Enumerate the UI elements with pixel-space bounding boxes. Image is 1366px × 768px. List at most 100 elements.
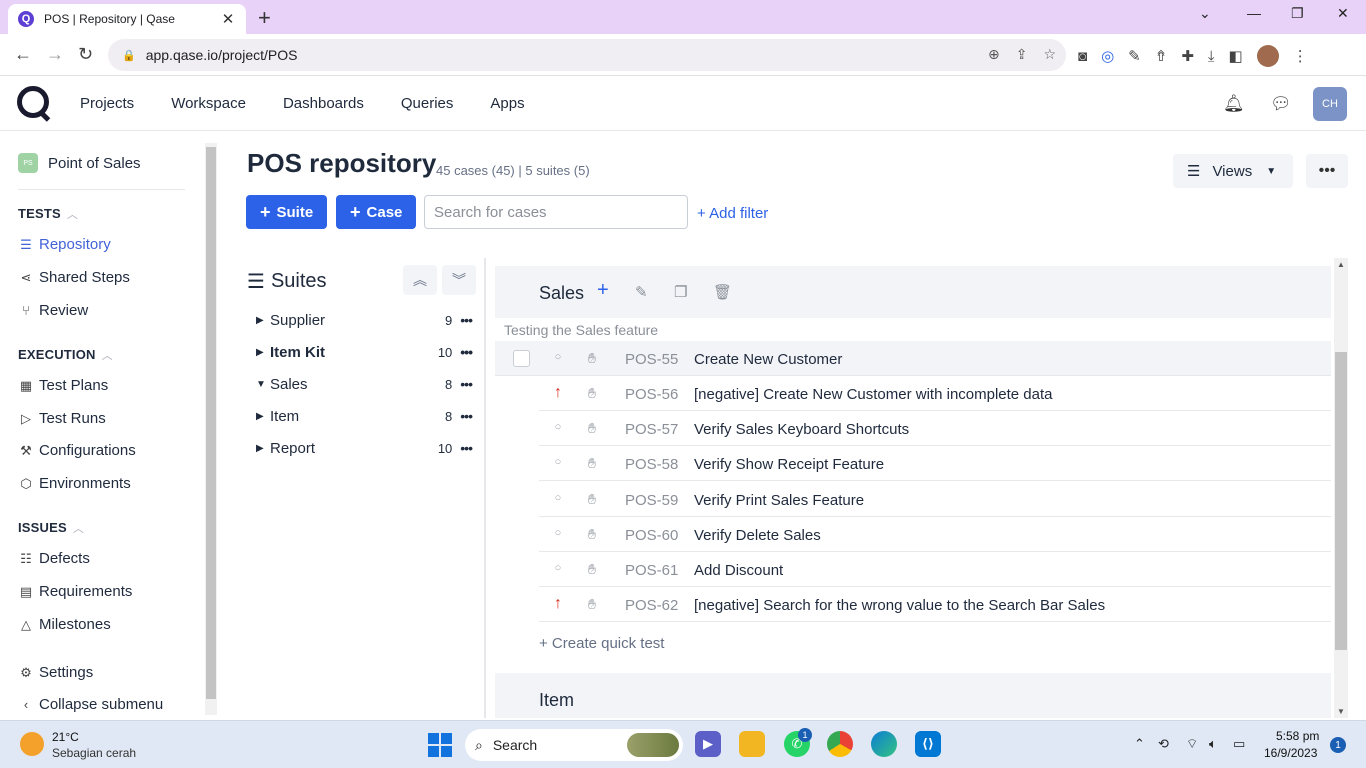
nav-queries[interactable]: Queries [401,95,454,112]
sidebar-item-review[interactable]: ⑂ Review [18,302,88,319]
section-execution-header[interactable]: EXECUTION ︿ [18,347,113,363]
case-id[interactable]: POS-55 [625,351,678,368]
caret-down-icon[interactable]: ▼ [256,379,270,390]
sidebar-scrollbar-thumb[interactable] [206,147,216,699]
sidebar-item-defects[interactable]: ☷ Defects [18,550,90,567]
suite-item-item[interactable]: ▶ Item 8 ••• [256,404,473,428]
suite-item-supplier[interactable]: ▶ Supplier 9 ••• [256,308,473,332]
maximize-icon[interactable]: ❐ [1291,5,1304,22]
collapse-submenu-button[interactable]: ‹ Collapse submenu [18,696,163,713]
new-tab-icon[interactable]: + [258,5,271,31]
sidebar-item-test-runs[interactable]: ▷ Test Runs [18,410,106,427]
weather-partly-sunny-icon[interactable] [20,732,44,756]
suite-item-item-kit[interactable]: ▶ Item Kit 10 ••• [256,340,473,364]
suite-menu-icon[interactable]: ••• [460,376,473,392]
sidebar-item-environments[interactable]: ⬡ Environments [18,475,130,492]
case-id[interactable]: POS-61 [625,562,678,579]
upload-extension-icon[interactable]: ⇮ [1155,47,1168,65]
address-bar[interactable]: 🔒 app.qase.io/project/POS ⊕ ⇪ ☆ [108,39,1066,71]
case-title[interactable]: Verify Delete Sales [694,527,821,544]
pen-extension-icon[interactable]: ✎ [1128,47,1141,65]
views-dropdown[interactable]: ☰ Views ▼ [1173,154,1293,188]
meet-app-icon[interactable]: ▶ [695,731,721,757]
back-icon[interactable]: ← [14,44,32,65]
add-suite-button[interactable]: + Suite [246,195,328,229]
zoom-icon[interactable]: ⊕ [988,46,1000,63]
case-id[interactable]: POS-57 [625,421,678,438]
camera-extension-icon[interactable]: ◙ [1078,48,1087,65]
suite-item-sales[interactable]: ▼ Sales 8 ••• [256,372,473,396]
clock-date[interactable]: 16/9/2023 [1264,746,1317,760]
case-title[interactable]: [negative] Create New Customer with inco… [694,386,1053,403]
case-id[interactable]: POS-59 [625,492,678,509]
suite-menu-icon[interactable]: ••• [460,440,473,456]
caret-right-icon[interactable]: ▶ [256,315,270,326]
case-id[interactable]: POS-60 [625,527,678,544]
weather-description[interactable]: Sebagian cerah [52,746,136,760]
case-title[interactable]: Add Discount [694,562,783,579]
bookmark-star-icon[interactable]: ☆ [1043,46,1056,63]
window-close-icon[interactable]: ✕ [1337,5,1349,22]
battery-icon[interactable]: ▭ [1233,736,1245,752]
profile-avatar[interactable] [1256,45,1279,67]
user-avatar[interactable]: CH [1313,87,1347,121]
edit-pencil-icon[interactable]: ✎ [635,283,648,301]
chrome-icon[interactable] [827,731,853,757]
clock-time[interactable]: 5:58 pm [1276,729,1319,743]
section-issues-header[interactable]: ISSUES ︿ [18,520,84,536]
sidebar-item-requirements[interactable]: ▤ Requirements [18,583,133,600]
more-options-button[interactable]: ••• [1306,154,1348,188]
panel-resize-handle[interactable] [484,258,486,718]
wifi-icon[interactable]: ⌔ [1186,736,1198,752]
tab-search-chevron-icon[interactable]: ⌄ [1199,5,1211,22]
case-id[interactable]: POS-56 [625,386,678,403]
case-id[interactable]: POS-62 [625,597,678,614]
sidebar-item-configurations[interactable]: ⚒ Configurations [18,442,136,459]
suite-menu-icon[interactable]: ••• [460,312,473,328]
caret-right-icon[interactable]: ▶ [256,347,270,358]
qase-logo-icon[interactable] [17,86,49,118]
close-tab-icon[interactable]: ✕ [220,10,236,28]
sidebar-item-shared-steps[interactable]: ⋖ Shared Steps [18,269,130,286]
browser-menu-icon[interactable]: ⋮ [1293,47,1308,65]
add-case-button[interactable]: + Case [336,195,417,229]
cases-scrollbar[interactable]: ▲ ▼ [1334,258,1348,718]
add-case-to-suite-icon[interactable]: + [597,279,609,302]
circle-extension-icon[interactable]: ◎ [1101,47,1114,65]
volume-icon[interactable]: 🔈︎ [1209,736,1217,752]
sidebar-item-test-plans[interactable]: ▦ Test Plans [18,377,108,394]
vscode-icon[interactable]: ⟨⟩ [915,731,941,757]
sidebar-item-repository[interactable]: ☰ Repository [18,236,111,253]
case-title[interactable]: Create New Customer [694,351,842,368]
case-id[interactable]: POS-58 [625,456,678,473]
nav-workspace[interactable]: Workspace [171,95,246,112]
suite-menu-icon[interactable]: ••• [460,344,473,360]
scroll-down-icon[interactable]: ▼ [1337,707,1345,716]
sync-icon[interactable]: ⟲ [1158,736,1169,752]
search-cases-input[interactable]: Search for cases [424,195,688,229]
nav-projects[interactable]: Projects [80,95,134,112]
minimize-icon[interactable]: — [1247,5,1261,21]
trash-icon[interactable]: 🗑︎ [713,283,732,301]
suite-menu-icon[interactable]: ••• [460,408,473,424]
sidebar-item-settings[interactable]: ⚙ Settings [18,664,93,681]
weather-temperature[interactable]: 21°C [52,730,79,744]
project-selector[interactable]: PS Point of Sales [18,153,141,173]
side-panel-icon[interactable]: ◧ [1229,47,1243,65]
case-title[interactable]: Verify Show Receipt Feature [694,456,884,473]
case-title[interactable]: [negative] Search for the wrong value to… [694,597,1105,614]
expand-all-button[interactable]: ︾ [442,265,476,295]
menu-icon[interactable]: ☰ [247,269,265,294]
windows-start-icon[interactable] [428,733,452,757]
taskbar-search[interactable]: ⌕ Search [465,729,683,761]
case-title[interactable]: Verify Print Sales Feature [694,492,864,509]
notification-badge[interactable]: 1 [1330,737,1346,753]
scroll-up-icon[interactable]: ▲ [1337,260,1345,269]
edge-icon[interactable] [871,731,897,757]
case-checkbox[interactable] [513,350,530,367]
forward-icon[interactable]: → [46,44,64,65]
section-tests-header[interactable]: TESTS ︿ [18,206,78,222]
download-icon[interactable]: ⤓ [1208,48,1215,65]
suite-item-report[interactable]: ▶ Report 10 ••• [256,436,473,460]
share-icon[interactable]: ⇪ [1016,46,1028,63]
